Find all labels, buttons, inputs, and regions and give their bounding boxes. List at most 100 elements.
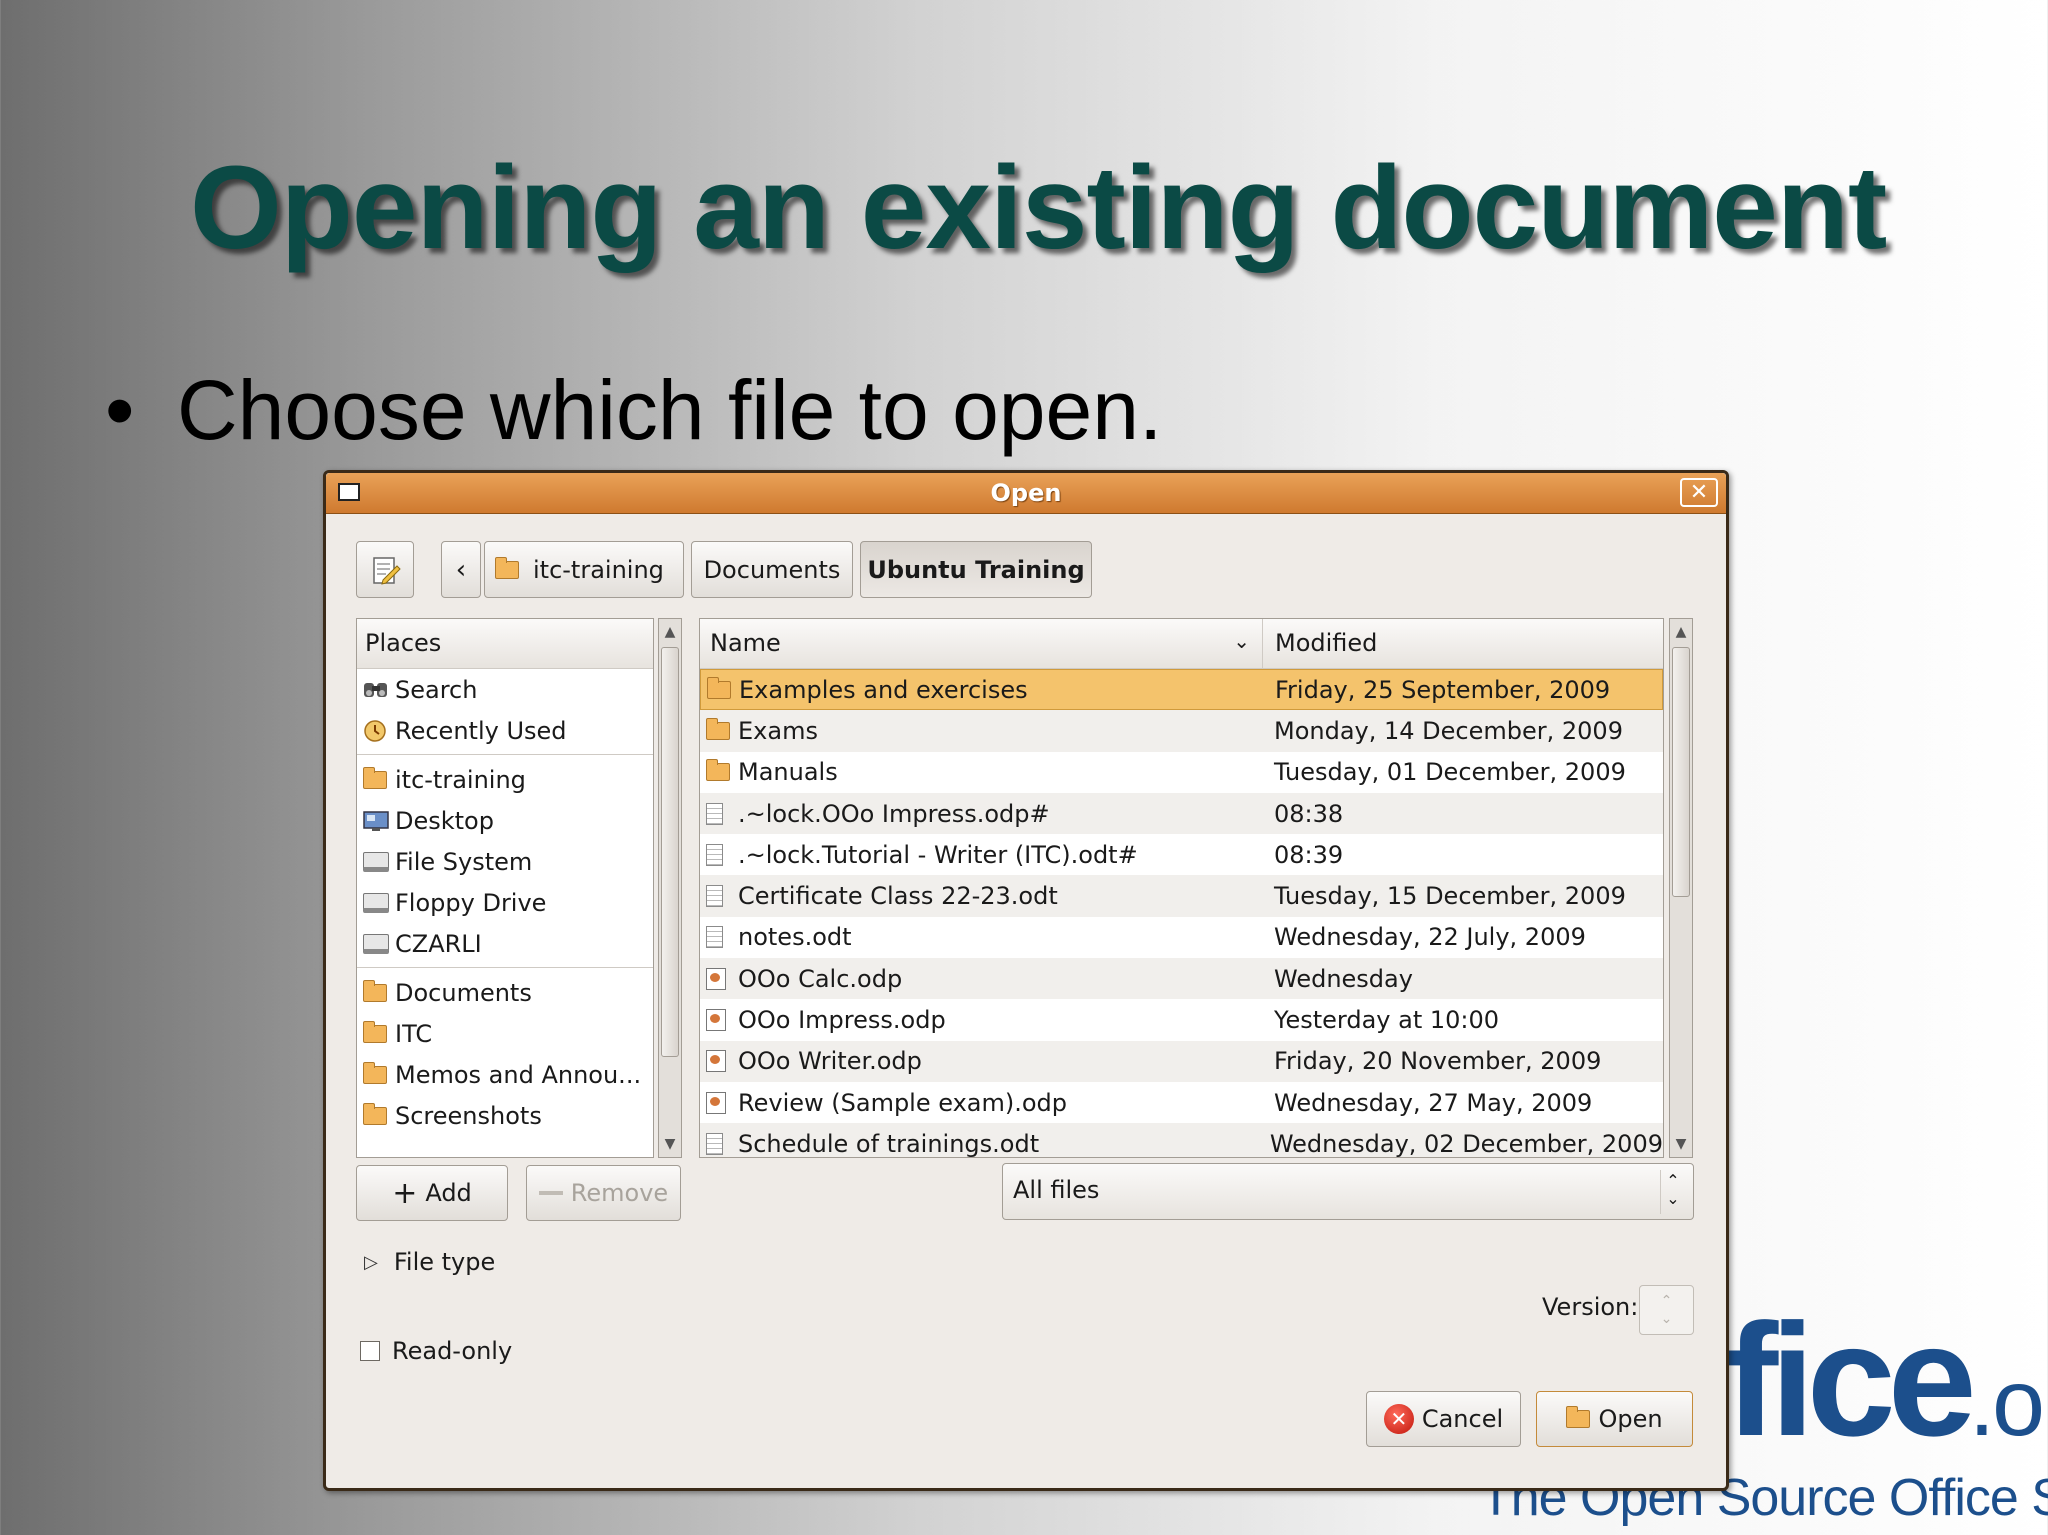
drive-icon <box>363 933 389 954</box>
type-location-button[interactable] <box>356 541 414 598</box>
file-name-cell: Review (Sample exam).odp <box>700 1089 1260 1117</box>
file-name: notes.odt <box>738 923 852 952</box>
file-row[interactable]: .~lock.Tutorial - Writer (ITC).odt# 08:39 <box>700 834 1663 875</box>
cancel-icon: ✕ <box>1383 1404 1414 1434</box>
path-crumb-ubuntu-training[interactable]: Ubuntu Training <box>860 541 1092 598</box>
title-bar[interactable]: Open ✕ <box>326 473 1726 514</box>
places-item-czarli[interactable]: CZARLI <box>357 923 653 964</box>
places-scroll-thumb[interactable] <box>661 647 679 1057</box>
folder-icon <box>706 717 730 740</box>
add-bookmark-button[interactable]: + Add <box>356 1165 508 1221</box>
places-item-label: Memos and Annou... <box>395 1060 642 1089</box>
desktop-icon <box>363 810 389 831</box>
checkbox-box[interactable] <box>360 1341 380 1361</box>
column-header-modified[interactable]: Modified <box>1263 619 1389 668</box>
folder-icon <box>363 1061 387 1084</box>
file-type-expander[interactable]: ▷ File type <box>364 1248 495 1276</box>
remove-bookmark-label: Remove <box>570 1179 669 1207</box>
open-button[interactable]: Open <box>1536 1391 1693 1447</box>
path-crumb-itc-training[interactable]: itc-training <box>484 541 684 598</box>
scroll-up-icon[interactable]: ▲ <box>1670 619 1692 645</box>
places-item-label: Floppy Drive <box>395 888 547 917</box>
places-item-label: Documents <box>395 978 532 1007</box>
places-item-label: ITC <box>395 1019 433 1048</box>
document-icon <box>706 1132 723 1155</box>
file-name-cell: .~lock.Tutorial - Writer (ITC).odt# <box>700 841 1260 869</box>
file-row[interactable]: OOo Calc.odp Wednesday <box>700 958 1663 1000</box>
path-crumb-label: Ubuntu Training <box>867 555 1085 584</box>
file-modified: Wednesday, 27 May, 2009 <box>1274 1088 1593 1117</box>
column-header-name[interactable]: Name ⌄ <box>700 619 1263 668</box>
scroll-down-icon[interactable]: ▼ <box>1670 1131 1692 1157</box>
path-crumb-documents[interactable]: Documents <box>691 541 853 598</box>
file-list-scrollbar[interactable]: ▲ ▼ <box>1669 618 1693 1158</box>
file-name-cell: OOo Calc.odp <box>700 965 1260 993</box>
file-row[interactable]: OOo Writer.odp Friday, 20 November, 2009 <box>700 1040 1663 1082</box>
path-crumb-label: itc-training <box>533 555 664 584</box>
file-list-header: Name ⌄ Modified <box>700 619 1663 669</box>
read-only-checkbox[interactable]: Read-only <box>360 1337 512 1365</box>
document-icon <box>706 885 723 908</box>
presentation-icon <box>706 967 726 990</box>
file-row[interactable]: notes.odt Wednesday, 22 July, 2009 <box>700 917 1663 958</box>
bullet-marker: • <box>105 363 135 457</box>
file-row[interactable]: Certificate Class 22-23.odt Tuesday, 15 D… <box>700 875 1663 917</box>
cancel-button[interactable]: ✕ Cancel <box>1366 1391 1521 1447</box>
column-header-label: Name <box>710 629 781 657</box>
document-icon <box>706 802 723 825</box>
places-item-itc-training[interactable]: itc-training <box>357 759 653 800</box>
file-name: .~lock.Tutorial - Writer (ITC).odt# <box>738 840 1138 869</box>
close-button[interactable]: ✕ <box>1680 478 1718 507</box>
file-name-cell: OOo Writer.odp <box>700 1047 1260 1075</box>
places-item-desktop[interactable]: Desktop <box>357 800 653 841</box>
slide-title: Opening an existing document <box>190 142 1887 274</box>
scroll-down-icon[interactable]: ▼ <box>659 1131 681 1157</box>
places-item-floppy-drive[interactable]: Floppy Drive <box>357 882 653 923</box>
places-pane[interactable]: Places Search Recently Used itc-training… <box>356 618 654 1158</box>
remove-bookmark-button[interactable]: Remove <box>526 1165 681 1221</box>
places-item-screenshots[interactable]: Screenshots <box>357 1095 653 1136</box>
file-filter-combo[interactable]: All files ⌃ ⌄ <box>1002 1163 1694 1220</box>
places-item-recently-used[interactable]: Recently Used <box>357 710 653 751</box>
places-item-memos[interactable]: Memos and Annou... <box>357 1054 653 1095</box>
bullet-text: Choose which file to open. <box>177 363 1163 457</box>
file-name: Review (Sample exam).odp <box>738 1088 1068 1117</box>
places-item-label: Search <box>395 675 478 704</box>
folder-icon <box>363 979 387 1002</box>
file-list[interactable]: Name ⌄ Modified Examples and exercises Fr… <box>699 618 1664 1158</box>
path-back-button[interactable]: ‹ <box>441 541 481 598</box>
expander-arrow-icon: ▷ <box>364 1251 378 1273</box>
file-row[interactable]: Examples and exercises Friday, 25 Septemb… <box>700 669 1663 711</box>
search-icon <box>364 682 387 697</box>
file-row[interactable]: OOo Impress.odp Yesterday at 10:00 <box>700 999 1663 1040</box>
places-item-label: itc-training <box>395 765 526 794</box>
places-item-itc[interactable]: ITC <box>357 1013 653 1054</box>
file-name-cell: Certificate Class 22-23.odt <box>700 882 1260 910</box>
file-row[interactable]: Review (Sample exam).odp Wednesday, 27 Ma… <box>700 1082 1663 1123</box>
file-name-cell: Examples and exercises <box>701 676 1261 704</box>
file-row[interactable]: .~lock.OOo Impress.odp# 08:38 <box>700 792 1663 835</box>
places-separator <box>357 967 653 968</box>
places-item-label: Desktop <box>395 806 494 835</box>
places-scrollbar[interactable]: ▲ ▼ <box>658 618 682 1158</box>
file-row[interactable]: Manuals Tuesday, 01 December, 2009 <box>700 752 1663 793</box>
file-row[interactable]: Schedule of trainings.odt Wednesday, 02 D… <box>700 1123 1663 1158</box>
scroll-up-icon[interactable]: ▲ <box>659 619 681 645</box>
places-item-documents[interactable]: Documents <box>357 972 653 1013</box>
file-row[interactable]: Exams Monday, 14 December, 2009 <box>700 710 1663 752</box>
file-name-cell: Manuals <box>700 758 1260 786</box>
file-name-cell: Exams <box>700 717 1260 745</box>
places-item-search[interactable]: Search <box>357 669 653 710</box>
edit-location-icon <box>373 556 401 585</box>
file-type-label: File type <box>393 1248 496 1276</box>
file-name-cell: OOo Impress.odp <box>700 1006 1260 1034</box>
file-rows: Examples and exercises Friday, 25 Septemb… <box>700 669 1663 1158</box>
places-header[interactable]: Places <box>357 619 653 669</box>
version-combo[interactable]: ⌃ ⌄ <box>1639 1285 1694 1335</box>
places-item-file-system[interactable]: File System <box>357 841 653 882</box>
file-name: Schedule of trainings.odt <box>738 1129 1040 1158</box>
file-name: Examples and exercises <box>739 675 1028 704</box>
presentation-icon <box>706 1091 726 1114</box>
file-list-scroll-thumb[interactable] <box>1672 647 1690 897</box>
cancel-label: Cancel <box>1421 1405 1504 1433</box>
